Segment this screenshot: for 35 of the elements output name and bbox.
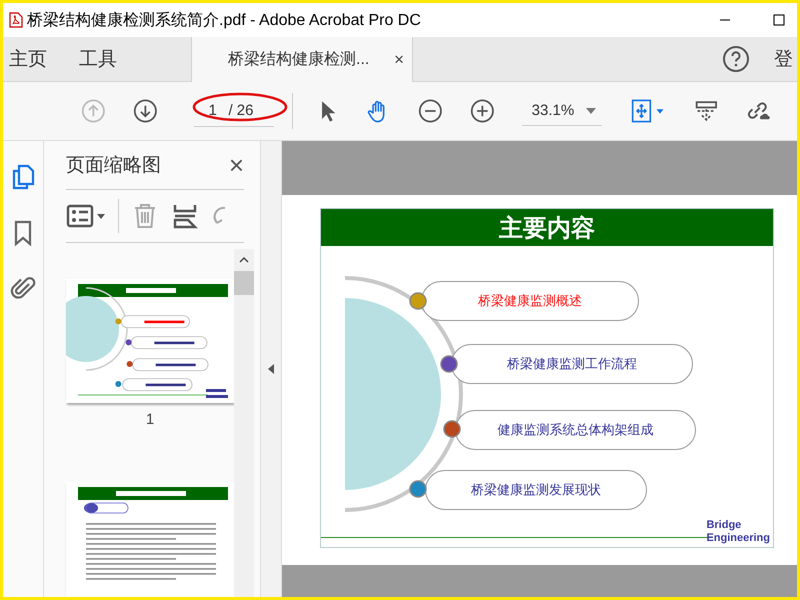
maximize-icon[interactable] — [773, 14, 785, 26]
topic-item: 健康监测系统总体构架组成 — [455, 410, 696, 450]
help-icon[interactable] — [722, 45, 750, 73]
logo-text: Engineering — [706, 532, 770, 545]
window-title: 桥梁结构健康检测系统简介.pdf - Adobe Acrobat Pro DC — [27, 10, 421, 30]
page-number-label: 1 — [146, 411, 154, 428]
document-tab[interactable]: 桥梁结构健康检测... × — [191, 37, 413, 82]
slide-title: 主要内容 — [321, 209, 773, 246]
collapse-panel-icon[interactable] — [268, 364, 274, 374]
page-number-field[interactable]: 1 — [208, 102, 228, 119]
panel-title: 页面缩略图 — [66, 154, 161, 178]
zoom-out-icon[interactable] — [418, 97, 443, 125]
zoom-dropdown[interactable]: 33.1% — [522, 96, 602, 126]
options-icon[interactable] — [66, 202, 106, 230]
zoom-in-icon[interactable] — [470, 97, 495, 125]
nav-tab[interactable]: 工具 — [73, 37, 133, 81]
close-tab-button[interactable]: × — [394, 50, 404, 70]
topic-item: 桥梁健康监测工作流程 — [451, 344, 693, 384]
nav-tab[interactable]: 主页 — [3, 37, 63, 81]
topic-item: 桥梁健康监测发展现状 — [425, 470, 647, 510]
close-panel-button[interactable]: × — [228, 150, 244, 180]
sign-in-link[interactable]: 登 — [774, 37, 797, 81]
pdf-file-icon — [9, 12, 23, 28]
page-thumbnail[interactable] — [66, 279, 234, 403]
scrollbar-thumb[interactable] — [234, 271, 254, 295]
page-thumbnail[interactable] — [66, 482, 234, 597]
insert-page-icon[interactable] — [171, 202, 199, 230]
document-tab-label: 桥梁结构健康检测... — [228, 50, 370, 70]
scroll-up-icon[interactable] — [239, 257, 249, 263]
topic-item: 桥梁健康监测概述 — [421, 281, 639, 321]
caret-icon — [586, 108, 596, 114]
page-count: / 26 — [228, 102, 254, 119]
next-page-icon[interactable] — [132, 97, 158, 125]
logo-text: Bridge — [706, 518, 742, 532]
fit-page-icon[interactable] — [630, 97, 666, 125]
